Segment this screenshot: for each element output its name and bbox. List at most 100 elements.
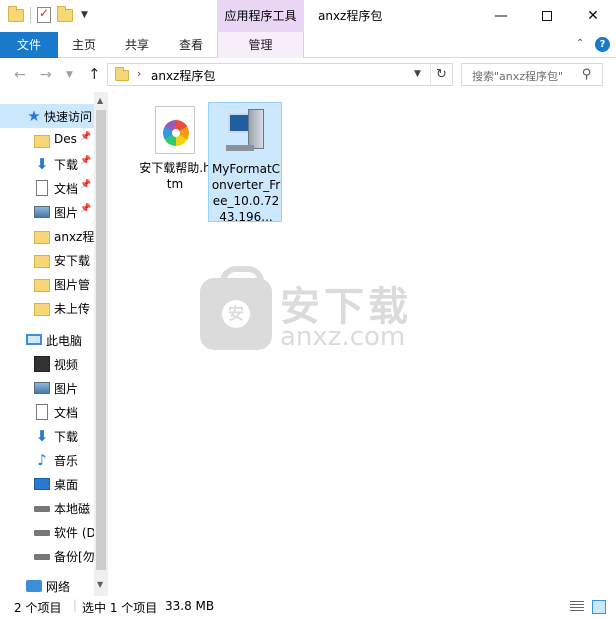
sidebar-item-picture-manager-folder[interactable]: 图片管 — [0, 272, 94, 296]
sidebar-item-this-pc[interactable]: 此电脑 — [0, 328, 94, 352]
download-icon: ⬇ — [35, 427, 49, 445]
computer-icon — [26, 334, 42, 345]
sidebar-item-software-drive[interactable]: 软件 (D — [0, 520, 96, 544]
search-icon[interactable]: ⚲ — [582, 67, 592, 82]
navigation-bar: ← → ▼ ↑ › anxz程序包 ▼ ↻ 搜索"anxz程序包" ⚲ — [0, 58, 616, 92]
search-input[interactable]: 搜索"anxz程序包" ⚲ — [461, 63, 603, 86]
sidebar-item-music[interactable]: ♪ 音乐 — [0, 448, 94, 472]
forward-arrow-icon[interactable]: → — [40, 67, 52, 83]
minimize-button[interactable]: — — [478, 0, 524, 32]
sidebar-item-label: 桌面 — [54, 478, 79, 492]
sidebar-item-label: 图片 — [54, 382, 79, 396]
close-button[interactable]: ✕ — [570, 0, 616, 32]
shopping-bag-logo-icon: 安 — [200, 266, 272, 350]
sidebar-item-pc-downloads[interactable]: ⬇ 下载 — [0, 424, 94, 448]
picture-icon — [34, 206, 50, 218]
navigation-pane: ★ 快速访问 Des 📌 ⬇ 下载 📌 文档 📌 图片 📌 anxz程 安下载 … — [0, 92, 108, 596]
sidebar-item-label: 安下载 — [54, 254, 91, 268]
sidebar-item-quick-access[interactable]: ★ 快速访问 — [0, 104, 94, 128]
document-icon — [36, 404, 48, 420]
watermark: 安 安下载 anxz.com — [200, 266, 430, 360]
scrollbar-thumb[interactable] — [96, 110, 106, 570]
toolbar-divider — [30, 7, 31, 23]
quick-access-toolbar: ▼ — [8, 5, 88, 23]
watermark-badge: 安 — [222, 300, 250, 328]
navigation-pane-scrollbar[interactable]: ▲ ▼ — [94, 92, 108, 596]
large-icons-view-icon[interactable] — [592, 600, 606, 614]
video-icon — [34, 356, 50, 372]
sidebar-item-videos[interactable]: 视频 — [0, 352, 94, 376]
file-list[interactable]: 安下载帮助.htm MyFormatConverter_Free_10.0.72… — [108, 92, 616, 596]
sidebar-item-label: 本地磁 — [54, 502, 91, 516]
customize-toolbar-chevron-down-icon[interactable]: ▼ — [81, 10, 88, 20]
sidebar-item-pc-pictures[interactable]: 图片 — [0, 376, 94, 400]
help-icon[interactable]: ? — [595, 37, 610, 52]
sidebar-item-anxiazai-folder[interactable]: 安下载 — [0, 248, 94, 272]
keyboard-icon — [226, 145, 254, 151]
file-name: MyFormatConverter_Free_10.0.7243.196... — [211, 162, 281, 224]
picture-icon — [34, 382, 50, 394]
breadcrumb[interactable]: anxz程序包 — [151, 67, 215, 84]
drive-icon — [34, 530, 50, 536]
breadcrumb-separator[interactable]: › — [137, 67, 141, 80]
tab-file[interactable]: 文件 — [0, 32, 58, 58]
folder-icon — [34, 279, 50, 292]
title-bar: ▼ 应用程序工具 anxz程序包 — ✕ — [0, 0, 616, 33]
status-divider: | — [73, 598, 78, 612]
search-placeholder: 搜索"anxz程序包" — [472, 70, 564, 83]
properties-icon[interactable] — [37, 6, 51, 23]
sidebar-item-desktop-pc[interactable]: 桌面 — [0, 472, 94, 496]
sidebar-item-pictures[interactable]: 图片 📌 — [0, 200, 94, 224]
installer-icon — [226, 107, 266, 155]
new-folder-icon[interactable] — [57, 5, 73, 22]
tab-manage[interactable]: 管理 — [217, 32, 304, 58]
folder-icon — [34, 255, 50, 268]
tab-share[interactable]: 共享 — [110, 32, 164, 58]
sidebar-item-backup-drive[interactable]: 备份[勿 — [0, 544, 95, 568]
scroll-down-icon[interactable]: ▼ — [97, 580, 103, 589]
sidebar-item-anxz-folder[interactable]: anxz程 — [0, 224, 94, 248]
pinwheel-icon — [163, 120, 189, 146]
pin-icon: 📌 — [80, 180, 92, 190]
sidebar-item-label: 视频 — [54, 358, 79, 372]
pin-icon: 📌 — [80, 204, 92, 214]
tab-home[interactable]: 主页 — [58, 32, 110, 58]
music-icon: ♪ — [37, 451, 47, 469]
maximize-button[interactable] — [524, 0, 570, 32]
sidebar-item-label: 下载 — [54, 158, 79, 172]
scroll-up-icon[interactable]: ▲ — [97, 96, 103, 105]
sidebar-item-label: 音乐 — [54, 454, 79, 468]
sidebar-item-label: 文档 — [54, 406, 79, 420]
up-arrow-icon[interactable]: ↑ — [88, 65, 101, 83]
sidebar-item-desktop[interactable]: Des 📌 — [0, 128, 94, 152]
refresh-icon[interactable]: ↻ — [430, 64, 452, 85]
file-item-myformatconverter[interactable]: MyFormatConverter_Free_10.0.7243.196... — [208, 102, 282, 224]
sidebar-item-pc-documents[interactable]: 文档 — [0, 400, 94, 424]
sidebar-item-label: 下载 — [54, 430, 79, 444]
back-arrow-icon[interactable]: ← — [14, 67, 26, 83]
window-title: anxz程序包 — [318, 9, 383, 23]
document-icon — [36, 180, 48, 196]
local-disk-icon — [34, 506, 50, 512]
details-view-icon[interactable] — [570, 601, 584, 613]
tower-icon — [248, 109, 264, 149]
drive-icon — [34, 554, 50, 560]
folder-icon — [34, 303, 50, 316]
sidebar-item-documents[interactable]: 文档 📌 — [0, 176, 94, 200]
file-item-help-htm[interactable]: 安下载帮助.htm — [138, 102, 212, 192]
sidebar-item-label: 备份[勿 — [54, 550, 95, 564]
address-history-chevron-down-icon[interactable]: ▼ — [414, 69, 421, 79]
ribbon-expand-chevron-icon[interactable]: ⌃ — [576, 38, 584, 49]
sidebar-item-local-disk[interactable]: 本地磁 — [0, 496, 94, 520]
address-bar[interactable]: › anxz程序包 ▼ ↻ — [107, 63, 453, 86]
close-icon: ✕ — [587, 8, 599, 24]
sidebar-item-network[interactable]: 网络 — [0, 574, 94, 596]
folder-icon — [34, 231, 50, 244]
desktop-icon — [34, 478, 50, 490]
file-name: 安下载帮助.htm — [139, 161, 211, 191]
tab-view[interactable]: 查看 — [164, 32, 218, 58]
sidebar-item-downloads[interactable]: ⬇ 下载 📌 — [0, 152, 94, 176]
recent-locations-chevron-icon[interactable]: ▼ — [66, 70, 73, 80]
folder-icon[interactable] — [8, 5, 24, 22]
sidebar-item-not-uploaded-folder[interactable]: 未上传 — [0, 296, 94, 320]
